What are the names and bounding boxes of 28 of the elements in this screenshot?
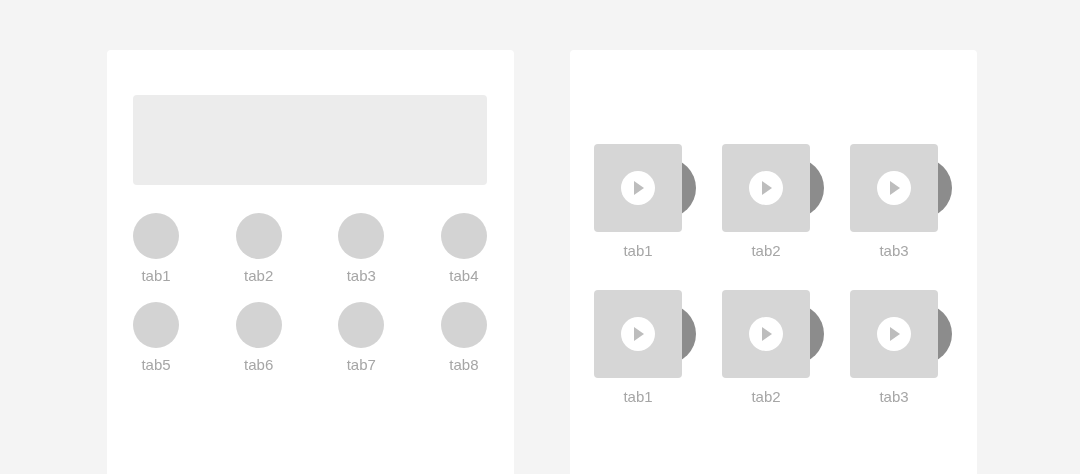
tab-label[interactable]: tab6 xyxy=(244,356,274,374)
album-label[interactable]: tab3 xyxy=(850,388,938,406)
album-label[interactable]: tab3 xyxy=(850,242,938,260)
tab-label[interactable]: tab8 xyxy=(449,356,479,374)
tab-icon[interactable] xyxy=(235,213,282,259)
album-cover-drawing[interactable] xyxy=(722,144,824,232)
tab-label[interactable]: tab7 xyxy=(346,356,376,374)
album-cover-drawing[interactable] xyxy=(850,290,952,378)
tab-label[interactable]: tab4 xyxy=(449,267,479,285)
tab-icon[interactable] xyxy=(338,302,385,348)
tab-icon[interactable] xyxy=(133,302,179,348)
tab-label[interactable]: tab3 xyxy=(346,267,376,285)
album-label[interactable]: tab2 xyxy=(722,388,810,406)
album-label[interactable]: tab1 xyxy=(594,242,682,260)
tab-icon[interactable] xyxy=(133,213,179,259)
album-cover-drawing[interactable] xyxy=(722,290,824,378)
album-label[interactable]: tab2 xyxy=(722,242,810,260)
tab-label[interactable]: tab2 xyxy=(244,267,274,285)
tab-icon[interactable] xyxy=(338,213,385,259)
album-cover-drawing[interactable] xyxy=(594,144,696,232)
album-label[interactable]: tab1 xyxy=(594,388,682,406)
tab-label[interactable]: tab1 xyxy=(141,267,171,285)
tab-label[interactable]: tab5 xyxy=(141,356,171,374)
album-cover-drawing[interactable] xyxy=(594,290,696,378)
tab-icon[interactable] xyxy=(235,302,282,348)
tab-icon[interactable] xyxy=(440,213,487,259)
tab-icon[interactable] xyxy=(440,302,487,348)
album-cover-drawing[interactable] xyxy=(850,144,952,232)
